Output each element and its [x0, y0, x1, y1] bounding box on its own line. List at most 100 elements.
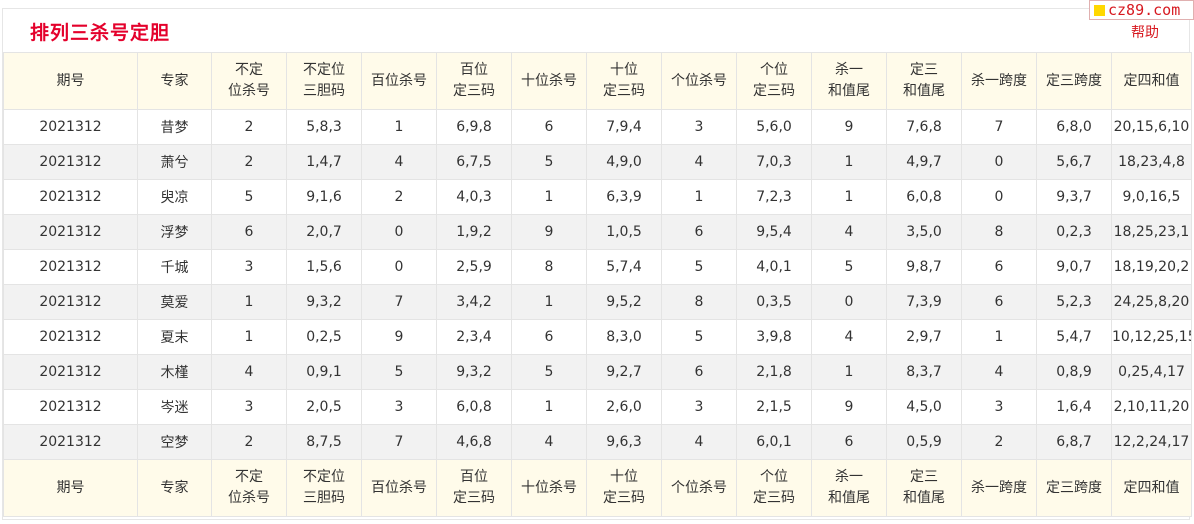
table-cell: 1	[511, 179, 587, 215]
table-cell: 6,3,9	[586, 179, 662, 215]
column-header: 百位杀号	[361, 459, 437, 517]
table-cell: 2,1,8	[736, 354, 812, 390]
table-cell: 5	[511, 354, 587, 390]
table-cell: 9,2,7	[586, 354, 662, 390]
table-cell: 4,0,1	[736, 249, 812, 285]
table-cell: 1	[811, 179, 887, 215]
table-cell: 萧兮	[137, 144, 212, 180]
table-cell: 4	[961, 354, 1037, 390]
table-cell: 2	[211, 424, 287, 460]
table-cell: 2021312	[3, 284, 138, 320]
column-header: 百位 定三码	[436, 459, 512, 517]
table-cell: 9,6,3	[586, 424, 662, 460]
table-cell: 24,25,8,20	[1111, 284, 1192, 320]
table-cell: 9,3,2	[436, 354, 512, 390]
table-cell: 1	[211, 284, 287, 320]
table-cell: 1	[961, 319, 1037, 355]
table-cell: 18,19,20,2	[1111, 249, 1192, 285]
table-row: 2021312 萧兮 2 1,4,7 4 6,7,5 5 4,9,0 4 7,0,3 1 4,9,7 0…	[3, 144, 1192, 180]
table-cell: 4,0,3	[436, 179, 512, 215]
table-cell: 夏末	[137, 319, 212, 355]
table-cell: 4,9,0	[586, 144, 662, 180]
table-cell: 6,0,8	[886, 179, 962, 215]
table-row: 2021312 千城 3 1,5,6 0 2,5,9 8 5,7,4 5 4,0,1 5 9,8,7 6…	[3, 249, 1192, 285]
table-cell: 4	[811, 214, 887, 250]
table-cell: 9,0,16,5	[1111, 179, 1192, 215]
table-row: 2021312 木槿 4 0,9,1 5 9,3,2 5 9,2,7 6 2,1,8 1 8,3,7 4…	[3, 354, 1192, 390]
table-row: 2021312 浮梦 6 2,0,7 0 1,9,2 9 1,0,5 6 9,5,4 4 3,5,0 8…	[3, 214, 1192, 250]
footer-header-row: 期号 专家 不定 位杀号 不定位 三胆码 百位杀号 百位 定三码 十位杀号 十位 定三码 个位杀号 个位定…	[3, 459, 1192, 517]
column-header: 不定位 三胆码	[286, 459, 362, 517]
table-cell: 4	[811, 319, 887, 355]
table-cell: 2021312	[3, 319, 138, 355]
table-cell: 3	[361, 389, 437, 425]
column-header: 专家	[137, 459, 212, 517]
column-header: 杀一 和值尾	[811, 459, 887, 517]
table-cell: 3,5,0	[886, 214, 962, 250]
table-cell: 9,3,7	[1036, 179, 1112, 215]
table-cell: 8,7,5	[286, 424, 362, 460]
table-cell: 20,15,6,10	[1111, 109, 1192, 145]
header-row: 期号 专家 不定 位杀号 不定位 三胆码 百位杀号 百位 定三码 十位杀号 十位 定三码 个位杀号 个位定…	[3, 52, 1192, 110]
table-cell: 9	[361, 319, 437, 355]
table-row: 2021312 夏末 1 0,2,5 9 2,3,4 6 8,3,0 5 3,9,8 4 2,9,7 1…	[3, 319, 1192, 355]
table-cell: 7,3,9	[886, 284, 962, 320]
table-cell: 0,5,9	[886, 424, 962, 460]
table-cell: 5,8,3	[286, 109, 362, 145]
table-cell: 2	[211, 109, 287, 145]
column-header: 百位杀号	[361, 52, 437, 110]
help-link[interactable]: 帮助	[1131, 22, 1159, 42]
column-header: 定四和值	[1111, 52, 1192, 110]
table-cell: 0,3,5	[736, 284, 812, 320]
table-cell: 4,5,0	[886, 389, 962, 425]
table-cell: 2,6,0	[586, 389, 662, 425]
table-cell: 9,5,4	[736, 214, 812, 250]
table-cell: 8	[511, 249, 587, 285]
table-cell: 6	[511, 109, 587, 145]
column-header: 不定 位杀号	[211, 52, 287, 110]
table-cell: 2021312	[3, 144, 138, 180]
table-cell: 5	[361, 354, 437, 390]
table-cell: 2,0,7	[286, 214, 362, 250]
table-cell: 1	[811, 144, 887, 180]
table-cell: 9	[511, 214, 587, 250]
table-cell: 4	[661, 424, 737, 460]
table-row: 2021312 昔梦 2 5,8,3 1 6,9,8 6 7,9,4 3 5,6,0 9 7,6,8 7…	[3, 109, 1192, 145]
table-cell: 8,3,0	[586, 319, 662, 355]
table-cell: 6,7,5	[436, 144, 512, 180]
table-cell: 6	[211, 214, 287, 250]
table-cell: 3	[961, 389, 1037, 425]
table-cell: 7,0,3	[736, 144, 812, 180]
page-title: 排列三杀号定胆	[30, 22, 171, 44]
table-cell: 0	[361, 249, 437, 285]
table-cell: 空梦	[137, 424, 212, 460]
table-cell: 9,3,2	[286, 284, 362, 320]
table-cell: 2,10,11,20	[1111, 389, 1192, 425]
column-header: 十位 定三码	[586, 459, 662, 517]
table-cell: 9,0,7	[1036, 249, 1112, 285]
column-header: 不定位 三胆码	[286, 52, 362, 110]
table-cell: 6	[661, 214, 737, 250]
table-cell: 1	[361, 109, 437, 145]
site-logo[interactable]: cz89.com	[1089, 0, 1194, 20]
table-cell: 7	[361, 424, 437, 460]
table-cell: 3,9,8	[736, 319, 812, 355]
table-cell: 6,0,1	[736, 424, 812, 460]
table-cell: 5	[211, 179, 287, 215]
table-cell: 5,7,4	[586, 249, 662, 285]
table-cell: 1	[511, 284, 587, 320]
table-cell: 5	[661, 249, 737, 285]
table-cell: 0	[361, 214, 437, 250]
table-row: 2021312 空梦 2 8,7,5 7 4,6,8 4 9,6,3 4 6,0,1 6 0,5,9 2…	[3, 424, 1192, 460]
table-cell: 岑迷	[137, 389, 212, 425]
table-cell: 18,23,4,8	[1111, 144, 1192, 180]
table-row: 2021312 岑迷 3 2,0,5 3 6,0,8 1 2,6,0 3 2,1,5 9 4,5,0 3…	[3, 389, 1192, 425]
table-cell: 0,2,5	[286, 319, 362, 355]
table-cell: 9,5,2	[586, 284, 662, 320]
logo-square-icon	[1094, 5, 1105, 16]
table-cell: 10,12,25,15	[1111, 319, 1192, 355]
table-cell: 3	[211, 389, 287, 425]
table-cell: 2,3,4	[436, 319, 512, 355]
table-cell: 1	[661, 179, 737, 215]
table-cell: 0,2,3	[1036, 214, 1112, 250]
